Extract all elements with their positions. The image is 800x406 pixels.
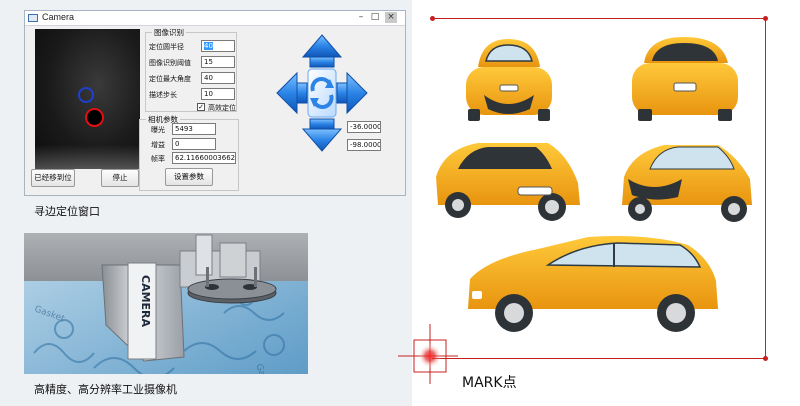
industrial-camera-photo: Gasket Gasket CAMERA — [24, 233, 308, 374]
stop-button[interactable]: 停止 — [101, 169, 139, 187]
camera-view — [35, 29, 140, 169]
field-label: 曝光 — [151, 126, 165, 134]
field-label: 增益 — [151, 141, 165, 149]
down-arrow-icon[interactable] — [301, 118, 343, 152]
threshold-input[interactable]: 15 — [201, 56, 235, 68]
target-circle — [78, 87, 94, 103]
arrow-pad — [276, 34, 368, 152]
maximize-button[interactable]: □ — [369, 12, 381, 23]
field-label: 定位圆半径 — [149, 43, 184, 51]
window-titlebar: Camera – □ × — [25, 11, 405, 26]
efficient-checkbox[interactable]: ✓ — [197, 103, 205, 111]
mark-crosshair-icon — [398, 324, 458, 384]
camera-caption: 高精度、高分辨率工业摄像机 — [34, 383, 177, 396]
close-button[interactable]: × — [385, 12, 397, 23]
group-title: 图像识别 — [152, 27, 186, 38]
right-arrow-icon[interactable] — [336, 71, 368, 115]
car-front — [466, 39, 552, 121]
set-params-button[interactable]: 设置参数 — [165, 168, 213, 186]
camera-label: CAMERA — [139, 275, 152, 328]
car-illustrations — [436, 37, 752, 332]
car-rear — [632, 37, 738, 121]
car-three-quarter-front — [622, 145, 752, 222]
minimize-button[interactable]: – — [355, 12, 367, 23]
framerate-input[interactable]: 62.11660003662 — [172, 152, 236, 164]
radius-input[interactable]: 40 — [201, 40, 235, 52]
field-label: 描述步长 — [149, 91, 177, 99]
window-caption: 寻边定位窗口 — [34, 205, 100, 218]
coord-x-readout: -36.000000 — [347, 121, 381, 133]
app-icon — [28, 14, 38, 22]
exposure-input[interactable]: 5493 — [172, 123, 216, 135]
up-arrow-icon[interactable] — [301, 34, 343, 68]
window-title: Camera — [42, 12, 75, 22]
field-label: 定位最大角度 — [149, 75, 191, 83]
max-angle-input[interactable]: 40 — [201, 72, 235, 84]
coord-y-readout: -98.000000 — [347, 139, 381, 151]
step-input[interactable]: 10 — [201, 88, 235, 100]
field-label: 帧率 — [151, 155, 165, 163]
mark-caption: MARK点 — [462, 375, 517, 391]
gain-input[interactable]: 0 — [172, 138, 216, 150]
car-side — [468, 236, 718, 332]
detected-mark-circle — [85, 108, 104, 127]
checkbox-label: 高效定位 — [208, 104, 236, 112]
field-label: 图像识别阈值 — [149, 59, 191, 67]
camera-window: Camera – □ × 已经移到位 停止 图像识别 定位圆半径 40 图像识别… — [24, 10, 406, 196]
car-three-quarter-rear — [436, 143, 580, 221]
left-arrow-icon[interactable] — [276, 71, 308, 115]
refresh-icon[interactable] — [307, 68, 337, 118]
moved-button[interactable]: 已经移到位 — [31, 169, 75, 187]
